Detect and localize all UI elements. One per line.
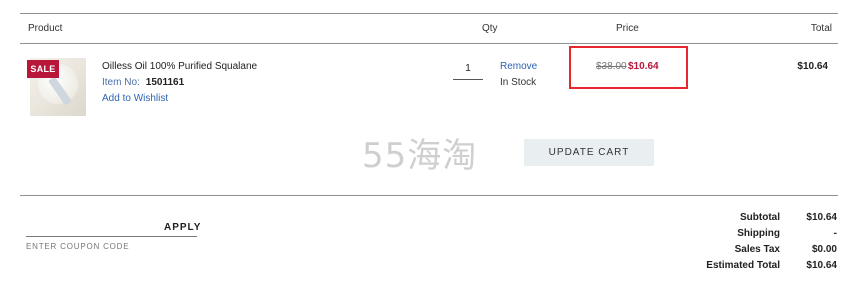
coupon-code-input[interactable]: [26, 240, 197, 252]
watermark-logo: 55海淘: [362, 136, 478, 176]
item-number: Item No: 1501161: [102, 77, 184, 88]
sales-tax-value: $0.00: [811, 244, 837, 255]
sales-tax-label: Sales Tax: [734, 244, 780, 255]
update-cart-button[interactable]: UPDATE CART: [524, 139, 654, 166]
quantity-input[interactable]: [453, 58, 483, 80]
shipping-label: Shipping: [737, 228, 780, 239]
coupon-underline: [26, 236, 197, 237]
item-number-value: 1501161: [145, 77, 185, 88]
header-product: Product: [28, 23, 63, 34]
item-number-label: Item No:: [102, 77, 140, 88]
estimated-total-value: $10.64: [806, 260, 837, 271]
subtotal-value: $10.64: [806, 212, 837, 223]
header-qty: Qty: [482, 23, 498, 34]
add-to-wishlist-link[interactable]: Add to Wishlist: [102, 93, 168, 104]
header-divider: [20, 43, 838, 44]
remove-link[interactable]: Remove: [500, 61, 537, 72]
apply-coupon-button[interactable]: APPLY: [164, 222, 201, 233]
sale-badge: SALE: [27, 60, 59, 78]
original-price: $38.00: [596, 61, 627, 72]
header-price: Price: [616, 23, 639, 34]
sale-price: $10.64: [628, 61, 659, 72]
stock-status: In Stock: [500, 77, 537, 88]
top-divider: [20, 13, 838, 14]
header-total: Total: [810, 23, 832, 34]
estimated-total-label: Estimated Total: [706, 260, 780, 271]
shipping-value: -: [833, 228, 837, 239]
line-total: $10.64: [797, 61, 828, 72]
section-divider: [20, 195, 838, 196]
product-name[interactable]: Oilless Oil 100% Purified Squalane: [102, 61, 257, 72]
subtotal-label: Subtotal: [740, 212, 780, 223]
